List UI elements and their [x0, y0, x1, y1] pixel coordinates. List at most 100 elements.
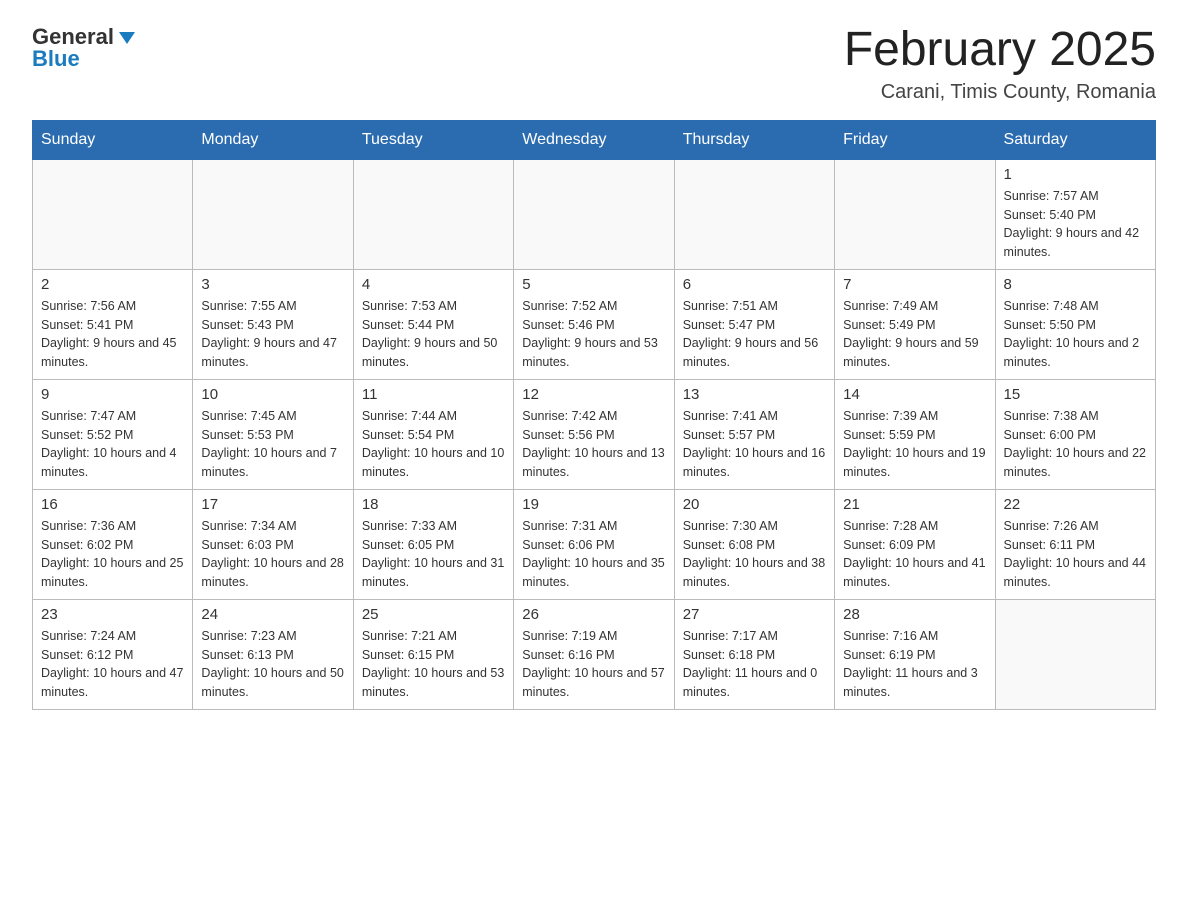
day-number: 9 — [41, 386, 184, 403]
calendar-cell: 3Sunrise: 7:55 AM Sunset: 5:43 PM Daylig… — [193, 269, 353, 379]
day-info: Sunrise: 7:39 AM Sunset: 5:59 PM Dayligh… — [843, 407, 986, 482]
calendar-cell: 1 Sunrise: 7:57 AM Sunset: 5:40 PM Daylig… — [995, 159, 1155, 269]
weekday-header-monday: Monday — [193, 120, 353, 159]
calendar-cell: 16 Sunrise: 7:36 AM Sunset: 6:02 PM Dayli… — [33, 489, 193, 599]
calendar-cell: 26Sunrise: 7:19 AM Sunset: 6:16 PM Dayli… — [514, 599, 674, 709]
calendar-cell: 13 Sunrise: 7:41 AM Sunset: 5:57 PM Dayli… — [674, 379, 834, 489]
day-number: 28 — [843, 606, 986, 623]
weekday-header-thursday: Thursday — [674, 120, 834, 159]
day-info: Sunrise: 7:57 AM Sunset: 5:40 PM Dayligh… — [1004, 187, 1147, 262]
calendar-cell: 28 Sunrise: 7:16 AM Sunset: 6:19 PM Dayli… — [835, 599, 995, 709]
day-number: 8 — [1004, 276, 1147, 293]
day-number: 3 — [201, 276, 344, 293]
calendar-cell: 27 Sunrise: 7:17 AM Sunset: 6:18 PM Dayli… — [674, 599, 834, 709]
day-number: 26 — [522, 606, 665, 623]
calendar-week-row: 16 Sunrise: 7:36 AM Sunset: 6:02 PM Dayli… — [33, 489, 1156, 599]
calendar-week-row: 9Sunrise: 7:47 AM Sunset: 5:52 PM Daylig… — [33, 379, 1156, 489]
day-info: Sunrise: 7:16 AM Sunset: 6:19 PM Dayligh… — [843, 627, 986, 702]
logo: General Blue — [32, 24, 137, 72]
weekday-header-saturday: Saturday — [995, 120, 1155, 159]
day-info: Sunrise: 7:51 AM Sunset: 5:47 PM Dayligh… — [683, 297, 826, 372]
calendar-cell: 15 Sunrise: 7:38 AM Sunset: 6:00 PM Dayli… — [995, 379, 1155, 489]
month-title: February 2025 — [844, 24, 1156, 77]
day-number: 1 — [1004, 166, 1147, 183]
day-number: 2 — [41, 276, 184, 293]
calendar-cell: 19Sunrise: 7:31 AM Sunset: 6:06 PM Dayli… — [514, 489, 674, 599]
day-number: 4 — [362, 276, 505, 293]
day-info: Sunrise: 7:24 AM Sunset: 6:12 PM Dayligh… — [41, 627, 184, 702]
calendar-cell — [674, 159, 834, 269]
calendar-cell: 8Sunrise: 7:48 AM Sunset: 5:50 PM Daylig… — [995, 269, 1155, 379]
day-info: Sunrise: 7:38 AM Sunset: 6:00 PM Dayligh… — [1004, 407, 1147, 482]
calendar-week-row: 23 Sunrise: 7:24 AM Sunset: 6:12 PM Dayli… — [33, 599, 1156, 709]
calendar-cell — [995, 599, 1155, 709]
day-number: 27 — [683, 606, 826, 623]
calendar-cell — [193, 159, 353, 269]
calendar-week-row: 1 Sunrise: 7:57 AM Sunset: 5:40 PM Daylig… — [33, 159, 1156, 269]
day-number: 22 — [1004, 496, 1147, 513]
calendar-cell: 12 Sunrise: 7:42 AM Sunset: 5:56 PM Dayli… — [514, 379, 674, 489]
logo-arrow-icon — [117, 28, 137, 48]
day-number: 23 — [41, 606, 184, 623]
calendar-cell: 5 Sunrise: 7:52 AM Sunset: 5:46 PM Daylig… — [514, 269, 674, 379]
calendar-header-row: SundayMondayTuesdayWednesdayThursdayFrid… — [33, 120, 1156, 159]
calendar-cell: 7 Sunrise: 7:49 AM Sunset: 5:49 PM Daylig… — [835, 269, 995, 379]
day-info: Sunrise: 7:34 AM Sunset: 6:03 PM Dayligh… — [201, 517, 344, 592]
day-number: 25 — [362, 606, 505, 623]
day-number: 20 — [683, 496, 826, 513]
day-info: Sunrise: 7:52 AM Sunset: 5:46 PM Dayligh… — [522, 297, 665, 372]
calendar-cell — [33, 159, 193, 269]
day-info: Sunrise: 7:44 AM Sunset: 5:54 PM Dayligh… — [362, 407, 505, 482]
day-number: 12 — [522, 386, 665, 403]
day-number: 14 — [843, 386, 986, 403]
day-number: 15 — [1004, 386, 1147, 403]
day-info: Sunrise: 7:21 AM Sunset: 6:15 PM Dayligh… — [362, 627, 505, 702]
calendar-cell: 6 Sunrise: 7:51 AM Sunset: 5:47 PM Daylig… — [674, 269, 834, 379]
calendar-cell: 23 Sunrise: 7:24 AM Sunset: 6:12 PM Dayli… — [33, 599, 193, 709]
location-title: Carani, Timis County, Romania — [844, 81, 1156, 104]
calendar-cell: 14 Sunrise: 7:39 AM Sunset: 5:59 PM Dayli… — [835, 379, 995, 489]
calendar-cell: 17 Sunrise: 7:34 AM Sunset: 6:03 PM Dayli… — [193, 489, 353, 599]
calendar-cell — [353, 159, 513, 269]
calendar-cell — [514, 159, 674, 269]
day-info: Sunrise: 7:30 AM Sunset: 6:08 PM Dayligh… — [683, 517, 826, 592]
calendar-table: SundayMondayTuesdayWednesdayThursdayFrid… — [32, 120, 1156, 710]
calendar-cell: 25 Sunrise: 7:21 AM Sunset: 6:15 PM Dayli… — [353, 599, 513, 709]
weekday-header-sunday: Sunday — [33, 120, 193, 159]
day-number: 19 — [522, 496, 665, 513]
day-info: Sunrise: 7:23 AM Sunset: 6:13 PM Dayligh… — [201, 627, 344, 702]
day-number: 11 — [362, 386, 505, 403]
day-number: 5 — [522, 276, 665, 293]
calendar-cell — [835, 159, 995, 269]
day-number: 17 — [201, 496, 344, 513]
calendar-cell: 22Sunrise: 7:26 AM Sunset: 6:11 PM Dayli… — [995, 489, 1155, 599]
day-info: Sunrise: 7:36 AM Sunset: 6:02 PM Dayligh… — [41, 517, 184, 592]
day-info: Sunrise: 7:49 AM Sunset: 5:49 PM Dayligh… — [843, 297, 986, 372]
title-area: February 2025 Carani, Timis County, Roma… — [844, 24, 1156, 104]
calendar-cell: 21 Sunrise: 7:28 AM Sunset: 6:09 PM Dayli… — [835, 489, 995, 599]
logo-blue: Blue — [32, 46, 80, 72]
weekday-header-wednesday: Wednesday — [514, 120, 674, 159]
calendar-cell: 20 Sunrise: 7:30 AM Sunset: 6:08 PM Dayli… — [674, 489, 834, 599]
day-info: Sunrise: 7:28 AM Sunset: 6:09 PM Dayligh… — [843, 517, 986, 592]
day-number: 18 — [362, 496, 505, 513]
day-number: 16 — [41, 496, 184, 513]
calendar-cell: 2 Sunrise: 7:56 AM Sunset: 5:41 PM Daylig… — [33, 269, 193, 379]
day-info: Sunrise: 7:42 AM Sunset: 5:56 PM Dayligh… — [522, 407, 665, 482]
calendar-cell: 11 Sunrise: 7:44 AM Sunset: 5:54 PM Dayli… — [353, 379, 513, 489]
day-number: 6 — [683, 276, 826, 293]
calendar-cell: 4 Sunrise: 7:53 AM Sunset: 5:44 PM Daylig… — [353, 269, 513, 379]
day-info: Sunrise: 7:56 AM Sunset: 5:41 PM Dayligh… — [41, 297, 184, 372]
page-header: General Blue February 2025 Carani, Timis… — [32, 24, 1156, 104]
day-info: Sunrise: 7:17 AM Sunset: 6:18 PM Dayligh… — [683, 627, 826, 702]
day-number: 13 — [683, 386, 826, 403]
calendar-cell: 24 Sunrise: 7:23 AM Sunset: 6:13 PM Dayli… — [193, 599, 353, 709]
day-info: Sunrise: 7:53 AM Sunset: 5:44 PM Dayligh… — [362, 297, 505, 372]
day-info: Sunrise: 7:41 AM Sunset: 5:57 PM Dayligh… — [683, 407, 826, 482]
day-number: 21 — [843, 496, 986, 513]
weekday-header-friday: Friday — [835, 120, 995, 159]
day-number: 7 — [843, 276, 986, 293]
calendar-cell: 10Sunrise: 7:45 AM Sunset: 5:53 PM Dayli… — [193, 379, 353, 489]
day-number: 24 — [201, 606, 344, 623]
weekday-header-tuesday: Tuesday — [353, 120, 513, 159]
